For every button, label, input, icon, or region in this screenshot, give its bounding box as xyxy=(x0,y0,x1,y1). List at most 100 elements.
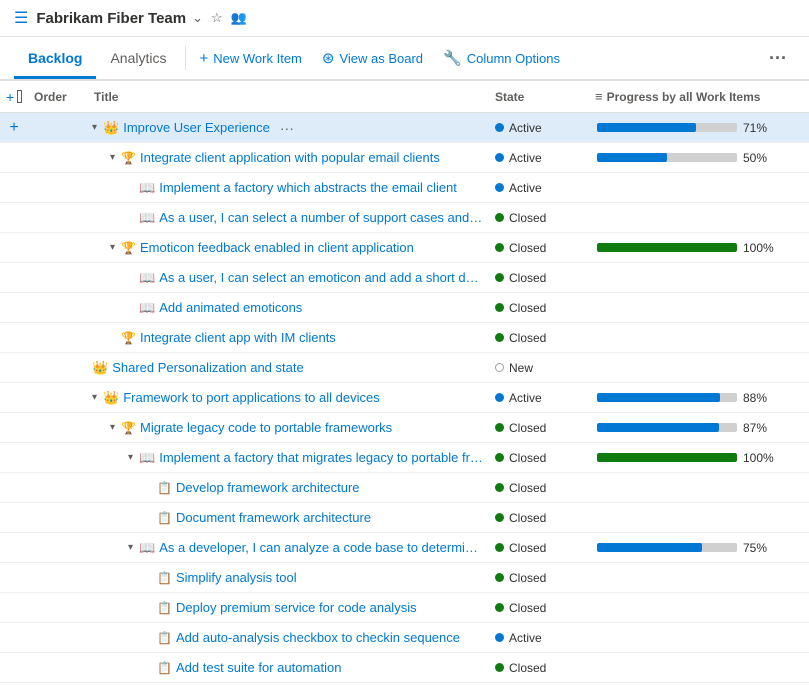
row-state: New xyxy=(489,361,589,375)
row-title-text[interactable]: As a developer, I can analyze a code bas… xyxy=(159,540,485,555)
chevron-down-icon[interactable]: ▾ xyxy=(110,242,115,253)
state-dot xyxy=(495,333,504,342)
table-row: ▾ 🏆 Emoticon feedback enabled in client ap… xyxy=(0,233,809,263)
row-title-text[interactable]: Implement a factory which abstracts the … xyxy=(159,180,457,195)
nav-divider xyxy=(185,46,186,70)
chevron-down-icon[interactable]: ▾ xyxy=(92,392,97,403)
state-dot xyxy=(495,453,504,462)
row-title-text[interactable]: Develop framework architecture xyxy=(176,480,360,495)
tab-analytics[interactable]: Analytics xyxy=(96,40,180,79)
state-text: Closed xyxy=(509,541,546,555)
row-state: Closed xyxy=(489,331,589,345)
title-column-header: Title xyxy=(88,86,489,108)
progress-percentage: 50% xyxy=(743,151,775,165)
view-as-board-button[interactable]: ⊛ View as Board xyxy=(312,43,433,73)
plus-icon: + xyxy=(200,50,209,67)
state-text: Active xyxy=(509,151,542,165)
chevron-down-icon[interactable]: ▾ xyxy=(92,122,97,133)
progress-bar-fill xyxy=(597,393,720,402)
people-icon[interactable]: 👥 xyxy=(231,10,247,26)
header-icons: ⌄ ☆ 👥 xyxy=(192,10,247,26)
state-dot xyxy=(495,303,504,312)
progress-bar-fill xyxy=(597,153,667,162)
chevron-down-icon[interactable]: ▾ xyxy=(110,152,115,163)
row-progress: 75% xyxy=(589,541,809,555)
progress-percentage: 87% xyxy=(743,421,775,435)
chevron-down-icon[interactable]: ⌄ xyxy=(192,10,203,26)
team-name: Fabrikam Fiber Team xyxy=(36,10,186,27)
task-icon: 📋 xyxy=(157,481,172,495)
task-icon: 📋 xyxy=(157,661,172,675)
add-child-icon[interactable]: + xyxy=(9,119,18,137)
table-row: ▾👑Framework to port applications to all … xyxy=(0,383,809,413)
row-title-text[interactable]: Integrate client application with popula… xyxy=(140,150,440,165)
state-dot xyxy=(495,603,504,612)
rows-container: +▾👑Improve User Experience···Active71%▾🏆… xyxy=(0,113,809,683)
column-options-button[interactable]: 🔧 Column Options xyxy=(433,43,570,73)
state-text: Active xyxy=(509,391,542,405)
row-title: ▾🏆Integrate client application with popu… xyxy=(88,150,489,165)
state-text: Closed xyxy=(509,661,546,675)
chevron-down-icon[interactable]: ▾ xyxy=(128,542,133,553)
chevron-down-icon[interactable]: ▾ xyxy=(128,452,133,463)
row-title-text[interactable]: Improve User Experience xyxy=(123,120,270,135)
org-icon: ☰ xyxy=(14,8,28,28)
table-row: 👑Shared Personalization and stateNew xyxy=(0,353,809,383)
row-title: ▸📋Add test suite for automation xyxy=(88,660,489,675)
state-dot xyxy=(495,543,504,552)
row-title-text[interactable]: As a user, I can select a number of supp… xyxy=(159,210,485,225)
progress-bar-container xyxy=(597,123,737,132)
row-title: ▸📋Develop framework architecture xyxy=(88,480,489,495)
state-dot xyxy=(495,123,504,132)
column-options-icon: 🔧 xyxy=(443,49,462,67)
state-dot xyxy=(495,393,504,402)
row-title-text[interactable]: Emoticon feedback enabled in client appl… xyxy=(140,240,414,255)
progress-chart-icon: ≡ xyxy=(595,89,603,104)
task-icon: 📋 xyxy=(157,601,172,615)
select-all-checkbox[interactable] xyxy=(17,90,22,103)
row-title-text[interactable]: Deploy premium service for code analysis xyxy=(176,600,417,615)
row-title-text[interactable]: As a user, I can select an emoticon and … xyxy=(159,270,485,285)
tab-backlog[interactable]: Backlog xyxy=(14,40,96,79)
table-row: ▸📋Add test suite for automationClosed xyxy=(0,653,809,683)
row-title-text[interactable]: Add animated emoticons xyxy=(159,300,302,315)
row-state: Closed xyxy=(489,211,589,225)
state-dot xyxy=(495,663,504,672)
more-options-button[interactable]: ··· xyxy=(761,42,795,75)
progress-percentage: 88% xyxy=(743,391,775,405)
row-title-text[interactable]: Integrate client app with IM clients xyxy=(140,330,336,345)
state-text: Closed xyxy=(509,211,546,225)
table-row: ▸📖Implement a factory which abstracts th… xyxy=(0,173,809,203)
progress-bar-container xyxy=(597,393,737,402)
table-row: ▸📋Deploy premium service for code analys… xyxy=(0,593,809,623)
add-row-icon[interactable]: + xyxy=(6,89,14,105)
row-more-options[interactable]: ··· xyxy=(280,120,294,136)
progress-bar-fill xyxy=(597,243,737,252)
row-state: Closed xyxy=(489,481,589,495)
new-work-item-button[interactable]: + New Work Item xyxy=(190,44,312,73)
row-title-text[interactable]: Migrate legacy code to portable framewor… xyxy=(140,420,392,435)
trophy-icon: 🏆 xyxy=(121,241,136,255)
row-title-text[interactable]: Shared Personalization and state xyxy=(112,360,304,375)
row-progress: 100% xyxy=(589,451,809,465)
row-title-text[interactable]: Document framework architecture xyxy=(176,510,371,525)
row-title: ▾👑Improve User Experience··· xyxy=(88,120,489,136)
row-title-text[interactable]: Implement a factory that migrates legacy… xyxy=(159,450,485,465)
row-title-text[interactable]: Add test suite for automation xyxy=(176,660,341,675)
state-dot xyxy=(495,273,504,282)
table-row: ▸🏆Integrate client app with IM clientsCl… xyxy=(0,323,809,353)
table-row: ▾📖As a developer, I can analyze a code b… xyxy=(0,533,809,563)
row-title-text[interactable]: Add auto-analysis checkbox to checkin se… xyxy=(176,630,460,645)
progress-percentage: 75% xyxy=(743,541,775,555)
progress-bar-fill xyxy=(597,423,719,432)
progress-bar-container xyxy=(597,153,737,162)
trophy-icon: 🏆 xyxy=(121,331,136,345)
progress-percentage: 100% xyxy=(743,451,775,465)
progress-bar-fill xyxy=(597,453,737,462)
row-title-text[interactable]: Simplify analysis tool xyxy=(176,570,297,585)
chevron-down-icon[interactable]: ▾ xyxy=(110,422,115,433)
row-expand-toggle[interactable]: + xyxy=(0,119,28,137)
row-title: ▸📖Add animated emoticons xyxy=(88,300,489,316)
star-icon[interactable]: ☆ xyxy=(211,10,223,26)
row-title-text[interactable]: Framework to port applications to all de… xyxy=(123,390,380,405)
